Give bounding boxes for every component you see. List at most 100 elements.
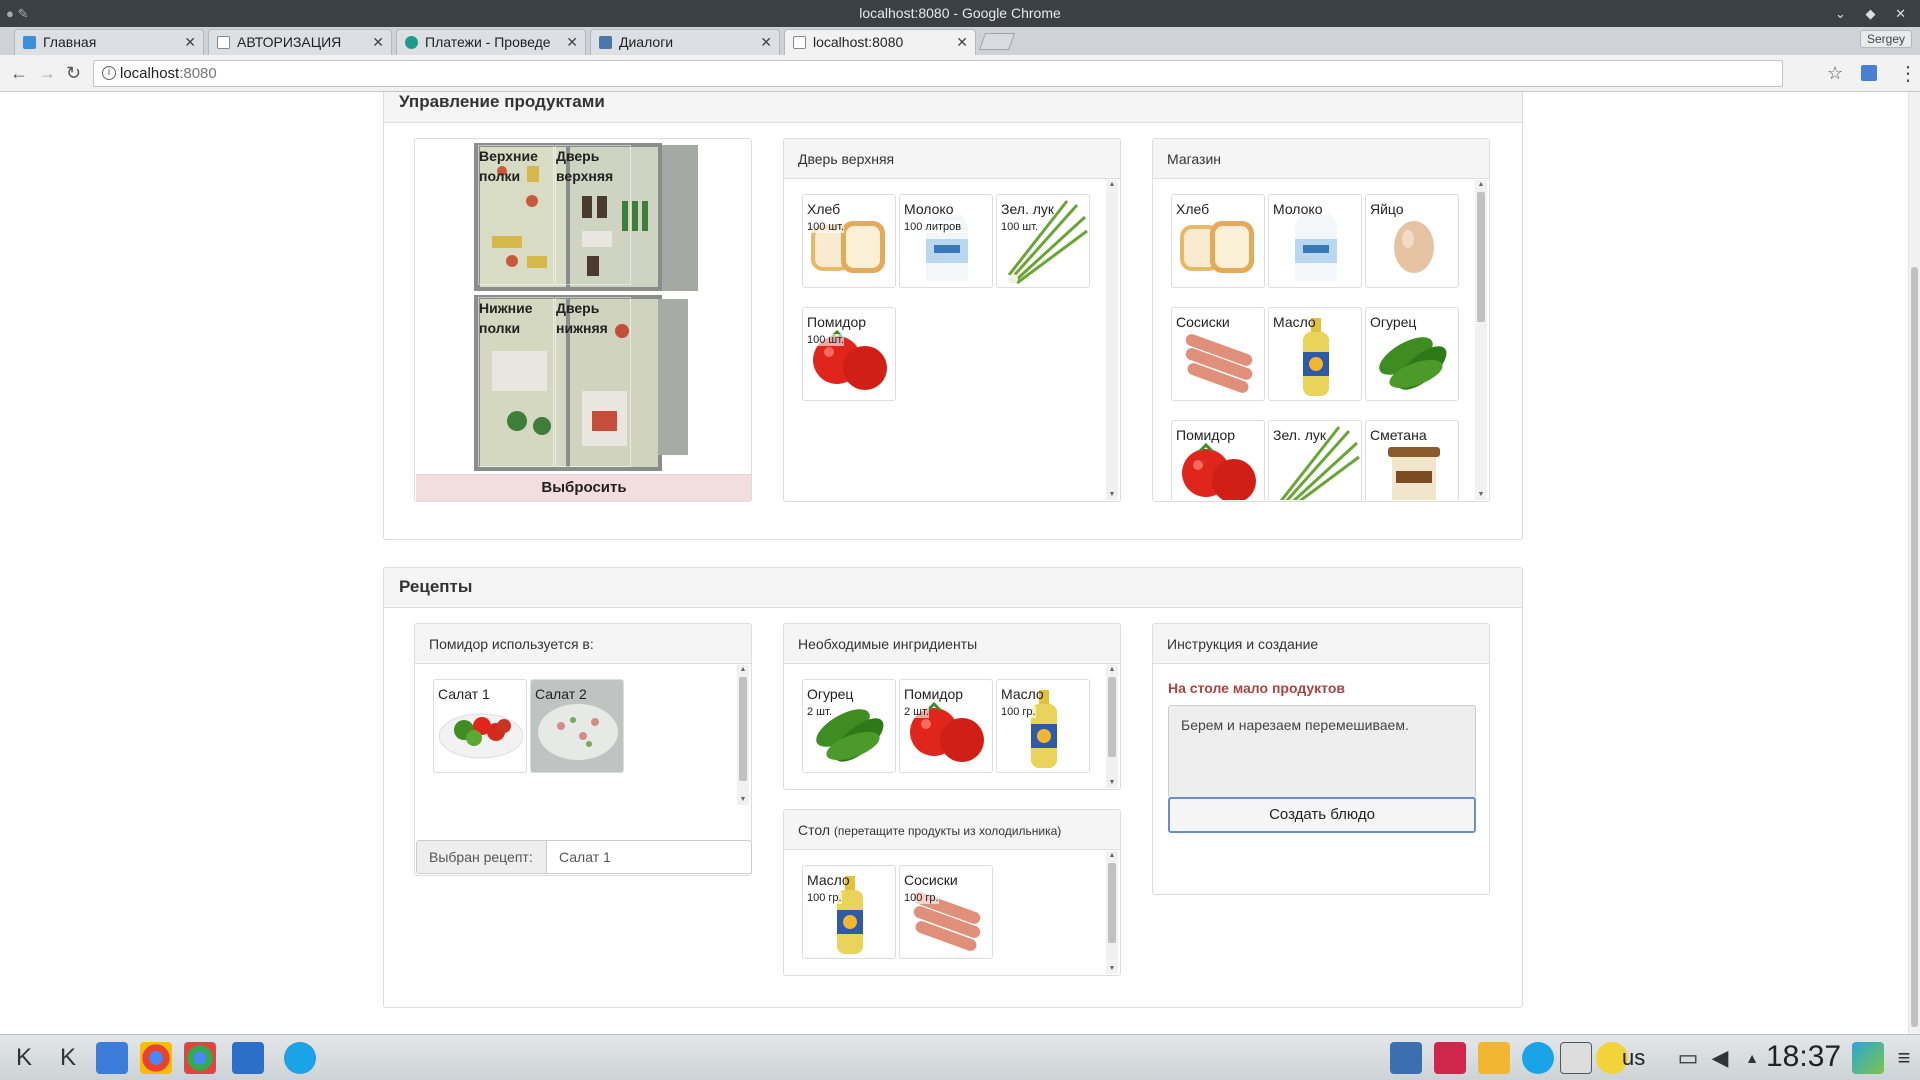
product-item[interactable]: Молоко 100 литров — [899, 194, 993, 288]
files-icon[interactable] — [232, 1042, 264, 1074]
clock[interactable]: 18:37 — [1766, 1040, 1841, 1074]
shop-item[interactable]: Сосиски — [1171, 307, 1265, 401]
shop-item[interactable]: Огурец — [1365, 307, 1459, 401]
scroll-up-icon[interactable]: ▲ — [737, 665, 749, 675]
page-scrollbar[interactable] — [1908, 92, 1920, 1034]
ingredient-qty: 2 шт. — [904, 706, 929, 718]
window-title: localhost:8080 - Google Chrome — [859, 5, 1061, 21]
scroll-down-icon[interactable]: ▼ — [1106, 490, 1118, 500]
address-bar[interactable]: i localhost:8080 — [93, 60, 1783, 87]
recipe-item[interactable]: Салат 2 — [530, 679, 624, 773]
tab-payments[interactable]: Платежи - Проведе ✕ — [396, 29, 586, 55]
product-item[interactable]: Помидор 100 шт. — [802, 307, 896, 401]
close-icon[interactable]: ✕ — [184, 30, 196, 55]
skype-tray-icon[interactable] — [1522, 1042, 1554, 1074]
shop-scrollbar[interactable]: ▲ ▼ — [1475, 180, 1487, 500]
scroll-thumb[interactable] — [1108, 863, 1116, 943]
profile-button[interactable]: Sergey — [1859, 30, 1912, 48]
info-icon[interactable]: i — [102, 66, 116, 80]
scroll-down-icon[interactable]: ▼ — [1475, 490, 1487, 500]
product-item[interactable]: Зел. лук 100 шт. — [996, 194, 1090, 288]
scroll-down-icon[interactable]: ▼ — [1106, 964, 1118, 974]
tab-glavnaya[interactable]: Главная ✕ — [14, 29, 204, 55]
ingredient-item[interactable]: Масло 100 гр. — [996, 679, 1090, 773]
table-scrollbar[interactable]: ▲ ▼ — [1106, 851, 1118, 974]
shop-item[interactable]: Помидор — [1171, 420, 1265, 500]
chrome-active-icon[interactable] — [184, 1042, 216, 1074]
scroll-up-icon[interactable]: ▲ — [1106, 180, 1118, 190]
window-menu-icon[interactable]: ● ✎ — [6, 0, 28, 27]
scroll-down-icon[interactable]: ▼ — [737, 795, 749, 805]
notes-icon[interactable] — [1478, 1042, 1510, 1074]
tab-dialogs[interactable]: Диалоги ✕ — [590, 29, 780, 55]
kde-menu-icon[interactable]: K — [8, 1042, 40, 1074]
throw-away-dropzone[interactable]: Выбросить — [416, 474, 751, 501]
product-name: Сметана — [1370, 427, 1427, 443]
recipe-item[interactable]: Салат 1 — [433, 679, 527, 773]
panel-menu-icon[interactable]: ≡ — [1888, 1042, 1920, 1074]
back-icon[interactable]: ← — [10, 63, 28, 83]
new-tab-button[interactable] — [978, 33, 1016, 50]
scroll-down-icon[interactable]: ▼ — [1106, 778, 1118, 788]
page-scroll-thumb[interactable] — [1911, 267, 1918, 1027]
scroll-up-icon[interactable]: ▲ — [1106, 851, 1118, 861]
skype-icon[interactable] — [284, 1042, 316, 1074]
fridge-zone-lower-shelves[interactable]: Нижние полки — [478, 297, 554, 467]
shop-item[interactable]: Хлеб — [1171, 194, 1265, 288]
instructions-title: Инструкция и создание — [1153, 624, 1489, 664]
create-dish-button[interactable]: Создать блюдо — [1168, 797, 1476, 833]
clipboard-icon[interactable] — [1560, 1042, 1592, 1074]
close-icon[interactable]: ✕ — [956, 30, 968, 55]
product-item[interactable]: Хлеб 100 шт. — [802, 194, 896, 288]
recipe-name: Салат 1 — [438, 686, 490, 702]
fridge-zone-lower-door[interactable]: Дверь нижняя — [555, 297, 631, 467]
product-name: Помидор — [807, 314, 867, 330]
ingredients-scrollbar[interactable]: ▲ ▼ — [1106, 665, 1118, 788]
close-icon[interactable]: ✕ — [372, 30, 384, 55]
chrome-icon[interactable] — [140, 1042, 172, 1074]
close-icon[interactable]: ✕ — [760, 30, 772, 55]
fridge-zone-upper-door[interactable]: Дверь верхняя — [555, 145, 631, 285]
recipes-panel: Рецепты Помидор используется в: Салат 1 … — [383, 567, 1523, 1008]
scroll-thumb[interactable] — [1108, 677, 1116, 757]
ingredient-item[interactable]: Огурец 2 шт. — [802, 679, 896, 773]
tab-auth[interactable]: АВТОРИЗАЦИЯ ✕ — [208, 29, 392, 55]
window-controls[interactable]: ⌄ ◆ ✕ — [1835, 0, 1914, 27]
forward-icon[interactable]: → — [38, 63, 56, 83]
table-item[interactable]: Масло 100 гр. — [802, 865, 896, 959]
desktop-pager-icon[interactable] — [1390, 1042, 1422, 1074]
chrome-menu-icon[interactable]: ⋮ — [1898, 61, 1918, 86]
shop-item[interactable]: Зел. лук — [1268, 420, 1362, 500]
door-upper-scrollbar[interactable]: ▲ ▼ — [1106, 180, 1118, 500]
scroll-thumb[interactable] — [739, 677, 747, 781]
scroll-up-icon[interactable]: ▲ — [1475, 180, 1487, 190]
used-in-scrollbar[interactable]: ▲ ▼ — [737, 665, 749, 805]
shop-item[interactable]: Масло — [1268, 307, 1362, 401]
file-manager-icon[interactable] — [96, 1042, 128, 1074]
tray-expand-icon[interactable]: ▲ — [1736, 1042, 1768, 1074]
show-desktop-icon[interactable] — [1852, 1042, 1884, 1074]
kde-connect-icon[interactable]: K — [52, 1042, 84, 1074]
chosen-recipe-field[interactable]: Салат 1 — [547, 841, 611, 873]
volume-icon[interactable]: ◀ — [1704, 1042, 1736, 1074]
product-name: Хлеб — [1176, 201, 1210, 217]
tab-localhost[interactable]: localhost:8080 ✕ — [784, 29, 976, 56]
table-grid[interactable]: Масло 100 гр. Сосиски 100 гр. — [785, 851, 1107, 974]
instructions-textarea[interactable]: Берем и нарезаем перемешиваем. — [1168, 705, 1476, 798]
close-icon[interactable]: ✕ — [566, 30, 578, 55]
ingredient-item[interactable]: Помидор 2 шт. — [899, 679, 993, 773]
fridge-zone-upper-shelves[interactable]: Верхние полки — [478, 145, 554, 285]
table-item[interactable]: Сосиски 100 гр. — [899, 865, 993, 959]
keyboard-layout[interactable]: us — [1622, 1045, 1645, 1071]
shop-item[interactable]: Яйцо — [1365, 194, 1459, 288]
toolbar: ← → ↻ i localhost:8080 ☆ ⋮ — [0, 55, 1920, 92]
translate-extension-icon[interactable] — [1861, 65, 1877, 81]
shop-item[interactable]: Молоко — [1268, 194, 1362, 288]
scroll-up-icon[interactable]: ▲ — [1106, 665, 1118, 675]
network-icon[interactable]: ▭ — [1672, 1042, 1704, 1074]
scroll-thumb[interactable] — [1477, 192, 1485, 322]
bookmark-star-icon[interactable]: ☆ — [1827, 63, 1843, 84]
reload-icon[interactable]: ↻ — [66, 63, 81, 83]
tray-app-icon[interactable] — [1434, 1042, 1466, 1074]
shop-item[interactable]: Сметана — [1365, 420, 1459, 500]
